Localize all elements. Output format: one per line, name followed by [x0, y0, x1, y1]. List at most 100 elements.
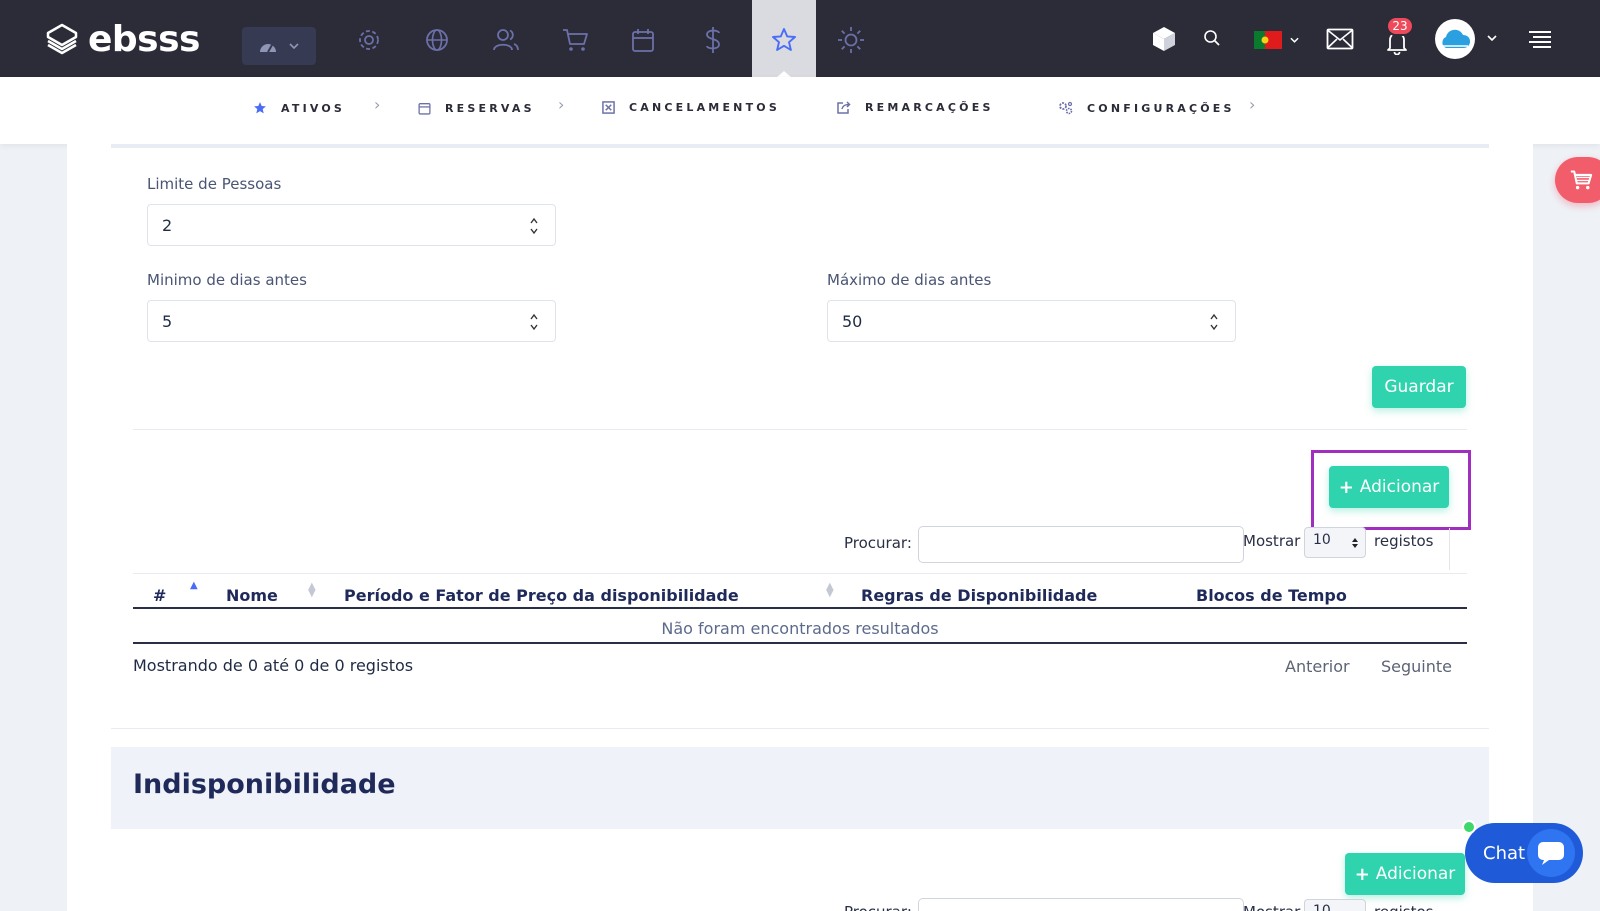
show-label: Mostrar: [1243, 532, 1301, 550]
nav-calendar[interactable]: [625, 22, 661, 58]
nav-shop[interactable]: [557, 22, 593, 58]
apps-button[interactable]: [1148, 23, 1180, 55]
col-header-time-blocks[interactable]: Blocos de Tempo: [1196, 586, 1347, 605]
tab-cancelamentos-label: CANCELAMENTOS: [629, 101, 780, 114]
save-button[interactable]: Guardar: [1372, 366, 1466, 408]
users-icon: [493, 29, 519, 51]
min-days-label: Minimo de dias antes: [147, 271, 307, 289]
section-top-border: [111, 144, 1489, 148]
add-button[interactable]: + Adicionar: [1329, 466, 1449, 508]
search-icon: [1204, 30, 1220, 46]
pagination-previous[interactable]: Anterior: [1285, 657, 1350, 676]
limit-people-value: 2: [162, 215, 173, 235]
max-days-value: 50: [842, 311, 863, 331]
page-size-value: 10: [1313, 532, 1331, 548]
col-header-rules[interactable]: Regras de Disponibilidade: [861, 586, 1097, 605]
dashboard-dropdown[interactable]: [242, 27, 316, 65]
search-input[interactable]: [918, 526, 1244, 563]
gear-icon: [359, 30, 379, 50]
sort-icon: ▲ ▼: [308, 581, 316, 599]
portugal-flag-icon: [1254, 31, 1282, 49]
nav-settings[interactable]: [351, 22, 387, 58]
search-label: Procurar:: [844, 534, 912, 552]
tab-ativos[interactable]: ATIVOS: [253, 101, 345, 115]
add-button-label: Adicionar: [1359, 477, 1440, 497]
add-unavailability-button[interactable]: + Adicionar: [1345, 853, 1465, 895]
brand-logo[interactable]: ebsss: [46, 20, 200, 60]
page-size-select[interactable]: 10: [1304, 527, 1366, 558]
max-days-label: Máximo de dias antes: [827, 271, 992, 289]
tab-remarcacoes[interactable]: REMARCAÇÕES: [837, 101, 994, 114]
user-avatar[interactable]: [1435, 19, 1475, 59]
online-status-dot: [1462, 820, 1476, 834]
menu-button[interactable]: [1526, 28, 1554, 50]
spinner-icon[interactable]: [529, 216, 539, 236]
table-info: Mostrando de 0 até 0 de 0 registos: [133, 656, 414, 675]
col-header-period[interactable]: Período e Fator de Preço da disponibilid…: [344, 586, 739, 605]
limit-people-label: Limite de Pessoas: [147, 175, 282, 193]
spinner-icon[interactable]: [1209, 312, 1219, 332]
hamburger-icon: [1529, 31, 1551, 48]
plus-icon: +: [1354, 863, 1370, 885]
nav-users[interactable]: [488, 22, 524, 58]
chevron-down-icon: [1290, 37, 1299, 43]
notification-badge: 23: [1386, 16, 1414, 36]
tab-reservas[interactable]: RESERVAS: [418, 101, 535, 115]
col-header-index[interactable]: #: [153, 586, 166, 605]
search-label: Procurar:: [844, 903, 912, 911]
calendar-icon: [632, 29, 654, 52]
records-label: registos: [1374, 532, 1434, 550]
cogs-icon: [1059, 101, 1073, 115]
cart-icon: [563, 29, 588, 51]
language-selector[interactable]: [1254, 30, 1302, 50]
page-size-value: 10: [1313, 903, 1331, 911]
chevron-right-icon: ›: [374, 95, 381, 114]
chat-label: Chat: [1483, 842, 1526, 864]
col-header-name[interactable]: Nome: [226, 586, 278, 605]
tab-reservas-label: RESERVAS: [445, 101, 535, 115]
chevron-right-icon: ›: [558, 95, 565, 114]
divider: [111, 728, 1489, 729]
globe-icon: [426, 29, 448, 51]
nav-theme[interactable]: [833, 22, 869, 58]
add-button-label: Adicionar: [1375, 864, 1456, 884]
show-label: Mostrar: [1243, 903, 1300, 911]
cart-icon: [1570, 170, 1593, 190]
tab-remarcacoes-label: REMARCAÇÕES: [865, 101, 994, 114]
sort-asc-icon: ▲: [190, 580, 198, 591]
min-days-value: 5: [162, 311, 173, 331]
spinner-icon[interactable]: [529, 312, 539, 332]
nav-finance[interactable]: [695, 22, 731, 58]
messages-button[interactable]: [1325, 26, 1355, 52]
chat-widget[interactable]: Chat: [1462, 820, 1583, 883]
search-button[interactable]: [1200, 26, 1224, 50]
chat-bubble: [1527, 829, 1575, 877]
nav-assets[interactable]: [766, 22, 802, 58]
table-header-border: [133, 607, 1467, 609]
star-icon: [772, 28, 796, 51]
speedometer-icon: [260, 44, 276, 53]
dollar-icon: [706, 27, 720, 53]
divider: [133, 429, 1467, 430]
share-icon: [837, 101, 851, 114]
star-icon: [254, 102, 266, 114]
cloud-icon: [1442, 29, 1471, 48]
pagination-next[interactable]: Seguinte: [1381, 657, 1452, 676]
box-icon: [1153, 27, 1175, 51]
min-days-input[interactable]: 5: [147, 300, 556, 342]
nav-web[interactable]: [419, 22, 455, 58]
page-size-select[interactable]: 10: [1304, 899, 1366, 911]
plus-icon: +: [1338, 476, 1354, 498]
floating-cart-button[interactable]: [1555, 157, 1600, 203]
sun-icon: [838, 27, 864, 53]
section-header: Indisponibilidade: [111, 747, 1489, 829]
tab-cancelamentos[interactable]: CANCELAMENTOS: [602, 101, 780, 114]
search-input[interactable]: [918, 898, 1244, 911]
sort-icon: ▲ ▼: [826, 581, 834, 599]
limit-people-input[interactable]: 2: [147, 204, 556, 246]
max-days-input[interactable]: 50: [827, 300, 1236, 342]
tab-configuracoes[interactable]: CONFIGURAÇÕES: [1058, 101, 1235, 115]
empty-table-message: Não foram encontrados resultados: [661, 619, 939, 638]
sub-navbar: ATIVOS › RESERVAS › CANCELAMENTOS REMARC…: [0, 77, 1600, 144]
chevron-down-icon[interactable]: [1487, 35, 1497, 41]
